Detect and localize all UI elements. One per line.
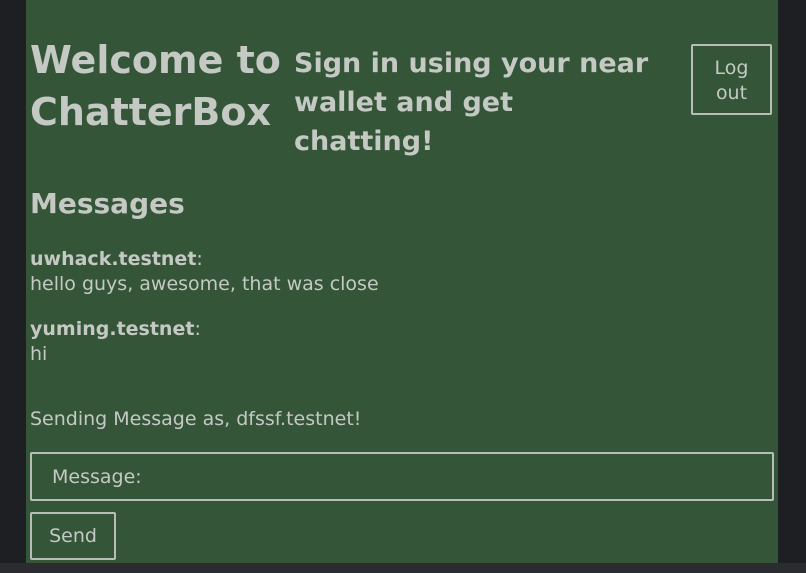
sign-in-subtitle: Sign in using your near wallet and get c… (294, 48, 649, 157)
message-separator: : (194, 318, 201, 340)
messages-heading: Messages (30, 187, 185, 220)
message-input[interactable] (30, 452, 774, 501)
page-title: Welcome to ChatterBox (30, 38, 281, 134)
message-text: hi (30, 343, 48, 365)
message-item: yuming.testnet: hi (30, 317, 730, 367)
message-item: uwhack.testnet: hello guys, awesome, tha… (30, 247, 730, 297)
message-sender: yuming.testnet (30, 318, 195, 340)
message-text: hello guys, awesome, that was close (30, 273, 379, 295)
window-bottom-edge (0, 563, 806, 573)
sending-as-label: Sending Message as, dfssf.testnet! (30, 408, 362, 430)
message-sender: uwhack.testnet (30, 248, 197, 270)
send-button[interactable]: Send (30, 512, 116, 560)
message-separator: : (196, 248, 203, 270)
logout-button[interactable]: Log out (691, 44, 772, 115)
chat-panel: Welcome to ChatterBox Sign in using your… (26, 0, 778, 563)
